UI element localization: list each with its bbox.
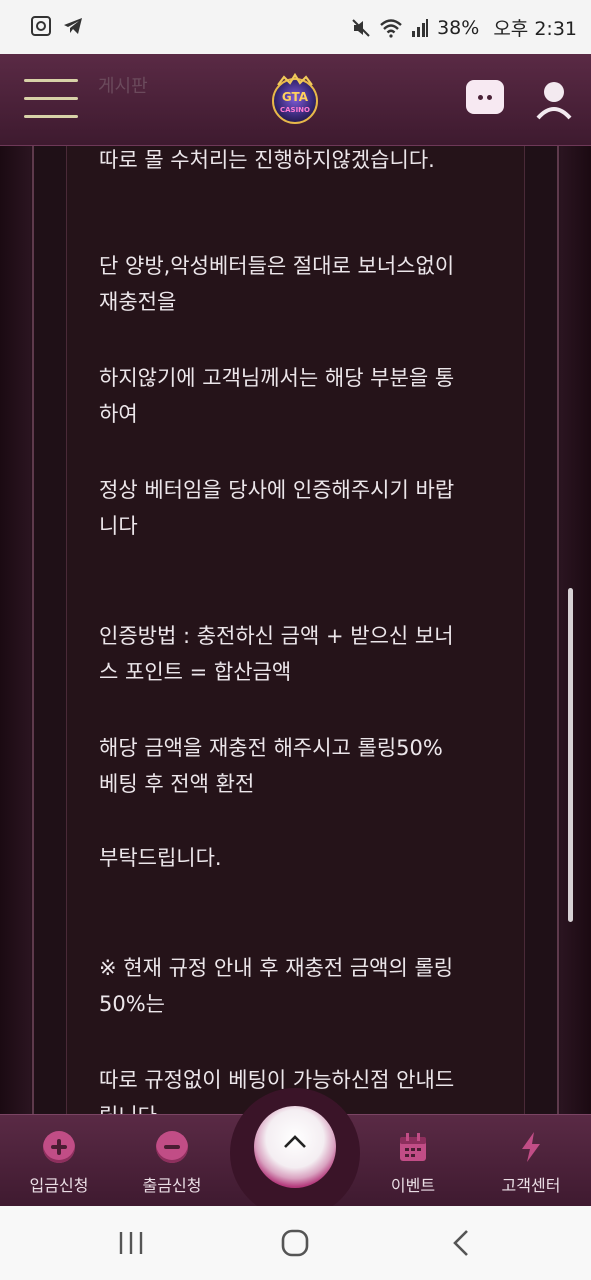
article-paragraph: 하지않기에 고객님께서는 해당 부분을 통 하여 <box>99 366 455 426</box>
article-paragraph: 해당 금액을 재충전 해주시고 롤링50% 베팅 후 전액 환전 <box>99 736 443 796</box>
system-nav-bar <box>0 1206 591 1280</box>
battery-level: 38% <box>437 16 480 39</box>
wifi-icon <box>380 18 402 38</box>
article-paragraph: 부탁드립니다. <box>99 846 222 870</box>
status-bar: 38% 오후 2:31 <box>0 0 591 54</box>
nav-label: 출금신청 <box>142 1176 202 1195</box>
svg-text:CASINO: CASINO <box>280 106 310 114</box>
left-rail <box>32 146 34 1114</box>
article-paragraph: 따로 몰 수처리는 진행하지않겠습니다. <box>99 148 435 172</box>
scroll-top-icon <box>284 1135 306 1148</box>
hamburger-menu-icon[interactable] <box>24 79 78 119</box>
recent-apps-icon[interactable] <box>111 1228 151 1258</box>
chat-icon[interactable] <box>466 80 504 114</box>
nav-events[interactable]: 이벤트 <box>358 1115 468 1207</box>
nav-withdraw-request[interactable]: 출금신청 <box>117 1115 227 1207</box>
article-paragraph: ※ 현재 규정 안내 후 재충전 금액의 롤링 50%는 <box>99 956 454 1016</box>
nav-label: 이벤트 <box>390 1176 436 1195</box>
mute-icon <box>352 18 370 37</box>
lightning-icon <box>522 1132 540 1162</box>
nav-deposit-request[interactable]: 입금신청 <box>4 1115 114 1207</box>
home-icon[interactable] <box>275 1228 315 1258</box>
article-panel: 따로 몰 수처리는 진행하지않겠습니다. 단 양방,악성베터들은 절대로 보너스… <box>66 146 525 1114</box>
right-rail <box>557 146 559 1114</box>
article-paragraph: 정상 베터임을 당사에 인증해주시기 바랍 니다 <box>99 478 455 538</box>
plus-circle-icon <box>43 1131 75 1163</box>
signal-icon <box>412 18 429 37</box>
nav-label: 고객센터 <box>501 1176 561 1195</box>
app-header: 게시판 GTA CASINO <box>0 54 591 146</box>
nav-label: 입금신청 <box>29 1176 89 1195</box>
calendar-icon <box>400 1133 426 1161</box>
back-icon[interactable] <box>441 1228 481 1258</box>
minus-circle-icon <box>156 1131 188 1163</box>
article-paragraph: 단 양방,악성베터들은 절대로 보너스없이 재충전을 <box>99 254 455 314</box>
page-title: 게시판 <box>98 76 148 97</box>
telegram-icon <box>64 18 82 34</box>
user-icon[interactable] <box>534 78 574 122</box>
clock: 오후 2:31 <box>493 18 577 40</box>
scrollbar[interactable] <box>568 588 573 922</box>
article-paragraph: 인증방법 : 충전하신 금액 + 받으신 보너 스 포인트 = 합산금액 <box>99 624 454 684</box>
nav-customer-center[interactable]: 고객센터 <box>476 1115 586 1207</box>
casino-logo[interactable]: GTA CASINO <box>266 71 324 129</box>
svg-text:GTA: GTA <box>282 90 309 104</box>
screenshot-icon <box>31 16 51 36</box>
scroll-top-button[interactable] <box>254 1106 336 1188</box>
